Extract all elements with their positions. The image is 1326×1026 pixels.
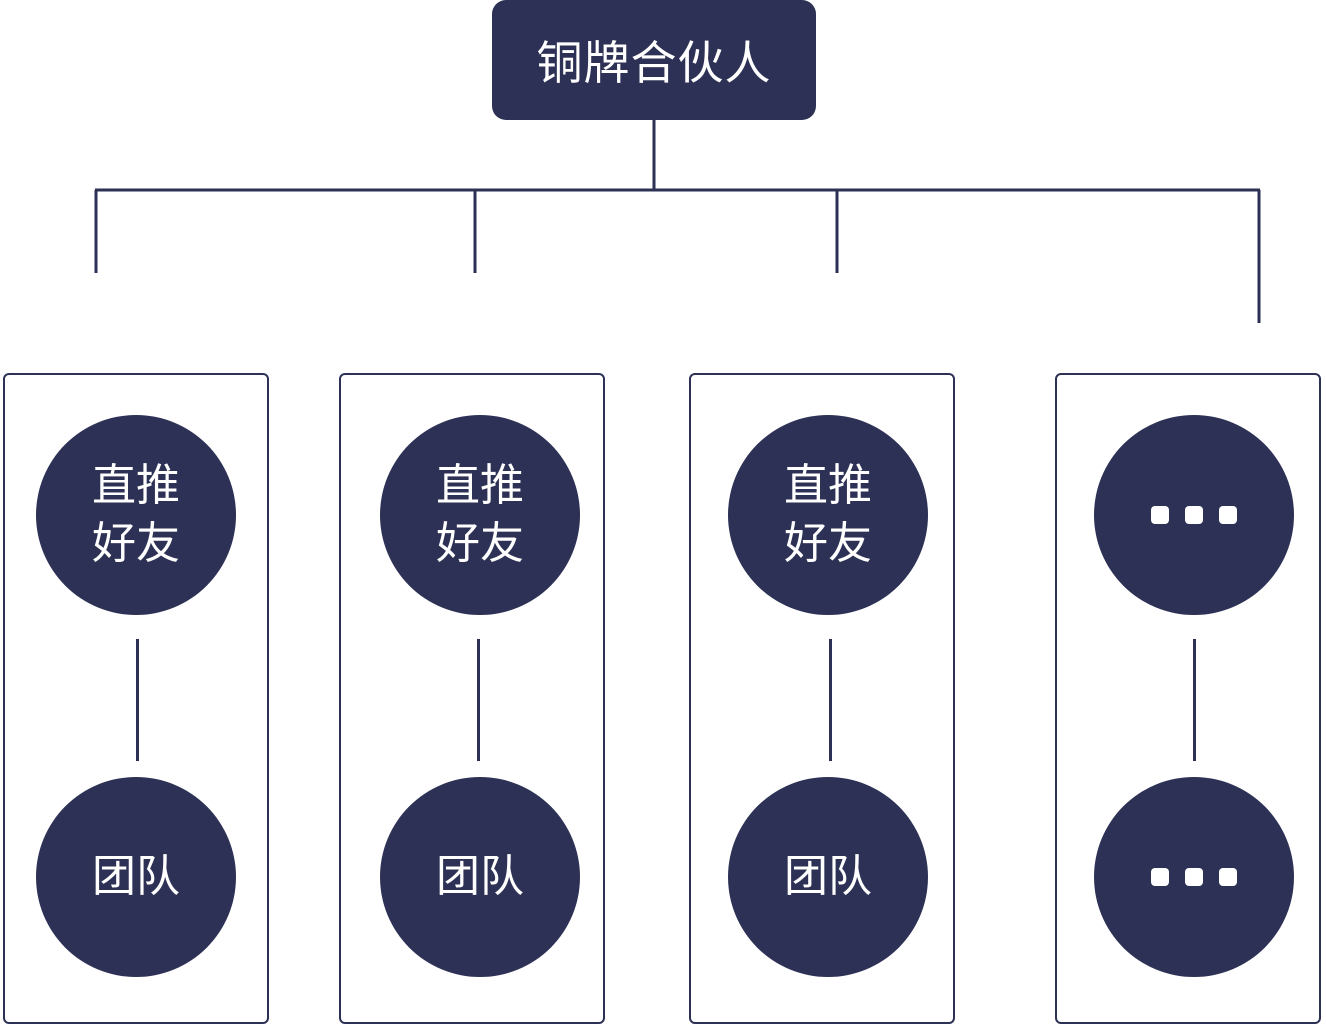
root-node-label: 铜牌合伙人 xyxy=(536,36,772,90)
node-label: 直推好友 xyxy=(784,460,872,569)
ellipsis-icon xyxy=(1151,868,1237,886)
column-connector-line xyxy=(1193,639,1196,761)
column-connector-line xyxy=(136,639,139,761)
node-label: 团队 xyxy=(92,851,180,902)
node-label: 直推好友 xyxy=(436,460,524,569)
node-more xyxy=(1094,415,1294,615)
node-team: 团队 xyxy=(380,777,580,977)
column-connector-line xyxy=(477,639,480,761)
root-node-bronze-partner: 铜牌合伙人 xyxy=(492,0,816,120)
column-4 xyxy=(1055,373,1321,1024)
node-direct-friends: 直推好友 xyxy=(380,415,580,615)
node-label: 直推好友 xyxy=(92,460,180,569)
node-direct-friends: 直推好友 xyxy=(36,415,236,615)
node-direct-friends: 直推好友 xyxy=(728,415,928,615)
node-team: 团队 xyxy=(728,777,928,977)
column-3: 直推好友 团队 xyxy=(689,373,955,1024)
node-more xyxy=(1094,777,1294,977)
node-team: 团队 xyxy=(36,777,236,977)
ellipsis-icon xyxy=(1151,506,1237,524)
column-1: 直推好友 团队 xyxy=(3,373,269,1024)
node-label: 团队 xyxy=(784,851,872,902)
node-label: 团队 xyxy=(436,851,524,902)
column-connector-line xyxy=(829,639,832,761)
column-2: 直推好友 团队 xyxy=(339,373,605,1024)
